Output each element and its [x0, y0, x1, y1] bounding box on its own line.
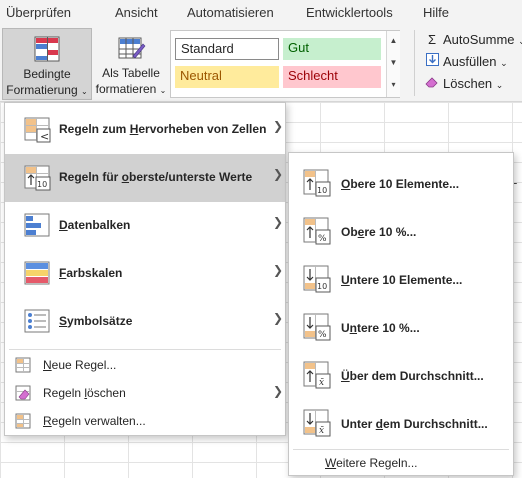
menu-item-label: Regeln löschen — [43, 386, 126, 400]
menu-item-top-bottom-rules[interactable]: 10 Regeln für oberste/unterste Werte ❯ — [5, 154, 285, 202]
chevron-down-icon: ⌄ — [159, 86, 167, 95]
fill-down-icon — [424, 52, 440, 72]
submenu-separator — [293, 449, 509, 450]
submenu-item-more-rules[interactable]: Weitere Regeln... — [289, 451, 513, 475]
chevron-right-icon: ❯ — [273, 384, 284, 398]
submenu-item-top-10-items[interactable]: 10 Obere 10 Elemente... — [289, 159, 513, 207]
chevron-right-icon: ❯ — [273, 215, 284, 229]
menu-separator — [9, 349, 281, 350]
sigma-icon: Σ — [427, 32, 437, 47]
excel-window: { "tabs": ["Überprüfen", "Ansicht", "Aut… — [0, 0, 522, 478]
menu-item-label: Neue Regel... — [43, 358, 117, 372]
chevron-right-icon: ❯ — [273, 167, 284, 181]
clear-button[interactable]: Löschen ⌄ — [424, 74, 503, 94]
conditional-formatting-menu: < Regeln zum Hervorheben von Zellen ❯ 10… — [4, 102, 286, 436]
chevron-right-icon: ❯ — [273, 263, 284, 277]
chevron-down-icon: ⌄ — [518, 36, 522, 46]
submenu-item-top-10-percent[interactable]: % Obere 10 %... — [289, 207, 513, 255]
svg-text:10: 10 — [37, 180, 47, 189]
fill-button[interactable]: Ausfüllen ⌄ — [424, 52, 508, 72]
menu-item-icon-sets[interactable]: Symbolsätze ❯ — [5, 298, 285, 346]
manage-rules-icon — [15, 413, 31, 432]
conditional-formatting-label-2: Formatierung ⌄ — [6, 83, 88, 97]
ribbon-tab-bar: Überprüfen Ansicht Automatisieren Entwic… — [0, 0, 522, 26]
submenu-item-label: Untere 10 Elemente... — [341, 273, 463, 287]
above-average-icon: x̄ — [303, 361, 333, 392]
submenu-item-label: Obere 10 Elemente... — [341, 177, 460, 191]
highlight-rules-icon: < — [24, 117, 52, 146]
svg-text:10: 10 — [317, 186, 327, 195]
conditional-formatting-button[interactable]: Bedingte Formatierung ⌄ — [2, 28, 92, 100]
gallery-scroll-up-icon[interactable]: ▲ — [386, 31, 400, 53]
menu-item-label: Symbolsätze — [59, 314, 133, 328]
ribbon: Bedingte Formatierung ⌄ Als Tabelle form… — [0, 26, 522, 102]
svg-text:x̄: x̄ — [319, 378, 324, 388]
conditional-formatting-icon — [32, 35, 62, 67]
style-neutral[interactable]: Neutral — [175, 66, 279, 88]
submenu-item-label: Obere 10 %... — [341, 225, 417, 239]
color-scales-icon — [24, 261, 52, 290]
format-as-table-label-1: Als Tabelle — [102, 66, 160, 80]
bottom-10-items-icon: 10 — [303, 265, 333, 296]
style-schlecht[interactable]: Schlecht — [283, 66, 381, 88]
gallery-more-icon[interactable]: ▾ — [386, 75, 400, 97]
table-format-icon — [116, 34, 146, 66]
top-10-items-icon: 10 — [303, 169, 333, 200]
submenu-item-label: Unter dem Durchschnitt... — [341, 417, 488, 431]
tab-ueberpruefen[interactable]: Überprüfen — [6, 5, 71, 20]
svg-text:%: % — [318, 234, 327, 244]
submenu-item-label: Untere 10 %... — [341, 321, 420, 335]
menu-item-color-scales[interactable]: Farbskalen ❯ — [5, 250, 285, 298]
chevron-down-icon: ⌄ — [500, 58, 508, 68]
tab-automatisieren[interactable]: Automatisieren — [187, 5, 274, 20]
below-average-icon: x̄ — [303, 409, 333, 440]
ribbon-divider — [414, 30, 415, 96]
chevron-right-icon: ❯ — [273, 119, 284, 133]
chevron-down-icon: ⌄ — [495, 80, 504, 90]
submenu-item-label: Über dem Durchschnitt... — [341, 369, 484, 383]
chevron-right-icon: ❯ — [273, 311, 284, 325]
bottom-10-percent-icon: % — [303, 313, 333, 344]
submenu-item-below-average[interactable]: x̄ Unter dem Durchschnitt... — [289, 399, 513, 447]
format-as-table-label-2: formatieren ⌄ — [95, 82, 167, 96]
submenu-item-above-average[interactable]: x̄ Über dem Durchschnitt... — [289, 351, 513, 399]
submenu-item-bottom-10-percent[interactable]: % Untere 10 %... — [289, 303, 513, 351]
menu-item-label: Regeln für oberste/unterste Werte — [59, 170, 253, 184]
menu-item-clear-rules[interactable]: Regeln löschen ❯ — [5, 381, 285, 405]
menu-item-data-bars[interactable]: Datenbalken ❯ — [5, 202, 285, 250]
menu-item-new-rule[interactable]: Neue Regel... — [5, 353, 285, 377]
style-standard[interactable]: Standard — [175, 38, 279, 60]
data-bars-icon — [24, 213, 52, 242]
svg-text:<: < — [40, 130, 49, 143]
menu-item-highlight-cell-rules[interactable]: < Regeln zum Hervorheben von Zellen ❯ — [5, 106, 285, 154]
top-10-percent-icon: % — [303, 217, 333, 248]
format-as-table-button[interactable]: Als Tabelle formatieren ⌄ — [94, 28, 168, 100]
tab-hilfe[interactable]: Hilfe — [423, 5, 449, 20]
tab-ansicht[interactable]: Ansicht — [115, 5, 158, 20]
submenu-item-bottom-10-items[interactable]: 10 Untere 10 Elemente... — [289, 255, 513, 303]
menu-item-manage-rules[interactable]: Regeln verwalten... — [5, 409, 285, 433]
style-gut[interactable]: Gut — [283, 38, 381, 60]
autosum-button[interactable]: Σ AutoSumme ⌄ — [424, 30, 522, 50]
svg-text:x̄: x̄ — [319, 426, 324, 436]
svg-text:10: 10 — [317, 282, 327, 291]
menu-item-label: Regeln zum Hervorheben von Zellen — [59, 122, 267, 136]
icon-sets-icon — [24, 309, 52, 338]
menu-item-label: Regeln verwalten... — [43, 414, 146, 428]
clear-rules-icon — [15, 385, 31, 404]
conditional-formatting-label-1: Bedingte — [23, 67, 71, 81]
top-bottom-rules-submenu: 10 Obere 10 Elemente... % Obere 10 %... … — [288, 152, 514, 476]
chevron-down-icon: ⌄ — [81, 87, 88, 96]
eraser-icon — [424, 74, 440, 94]
menu-item-label: Datenbalken — [59, 218, 131, 232]
gallery-scroll-down-icon[interactable]: ▼ — [386, 53, 400, 75]
new-rule-icon — [15, 357, 31, 376]
tab-entwicklertools[interactable]: Entwicklertools — [306, 5, 393, 20]
cell-styles-gallery: Standard Gut Neutral Schlecht ▲ ▼ ▾ — [170, 30, 400, 98]
submenu-item-label: Weitere Regeln... — [325, 456, 418, 470]
menu-item-label: Farbskalen — [59, 266, 123, 280]
top-bottom-rules-icon: 10 — [24, 165, 52, 194]
svg-text:%: % — [318, 330, 327, 340]
